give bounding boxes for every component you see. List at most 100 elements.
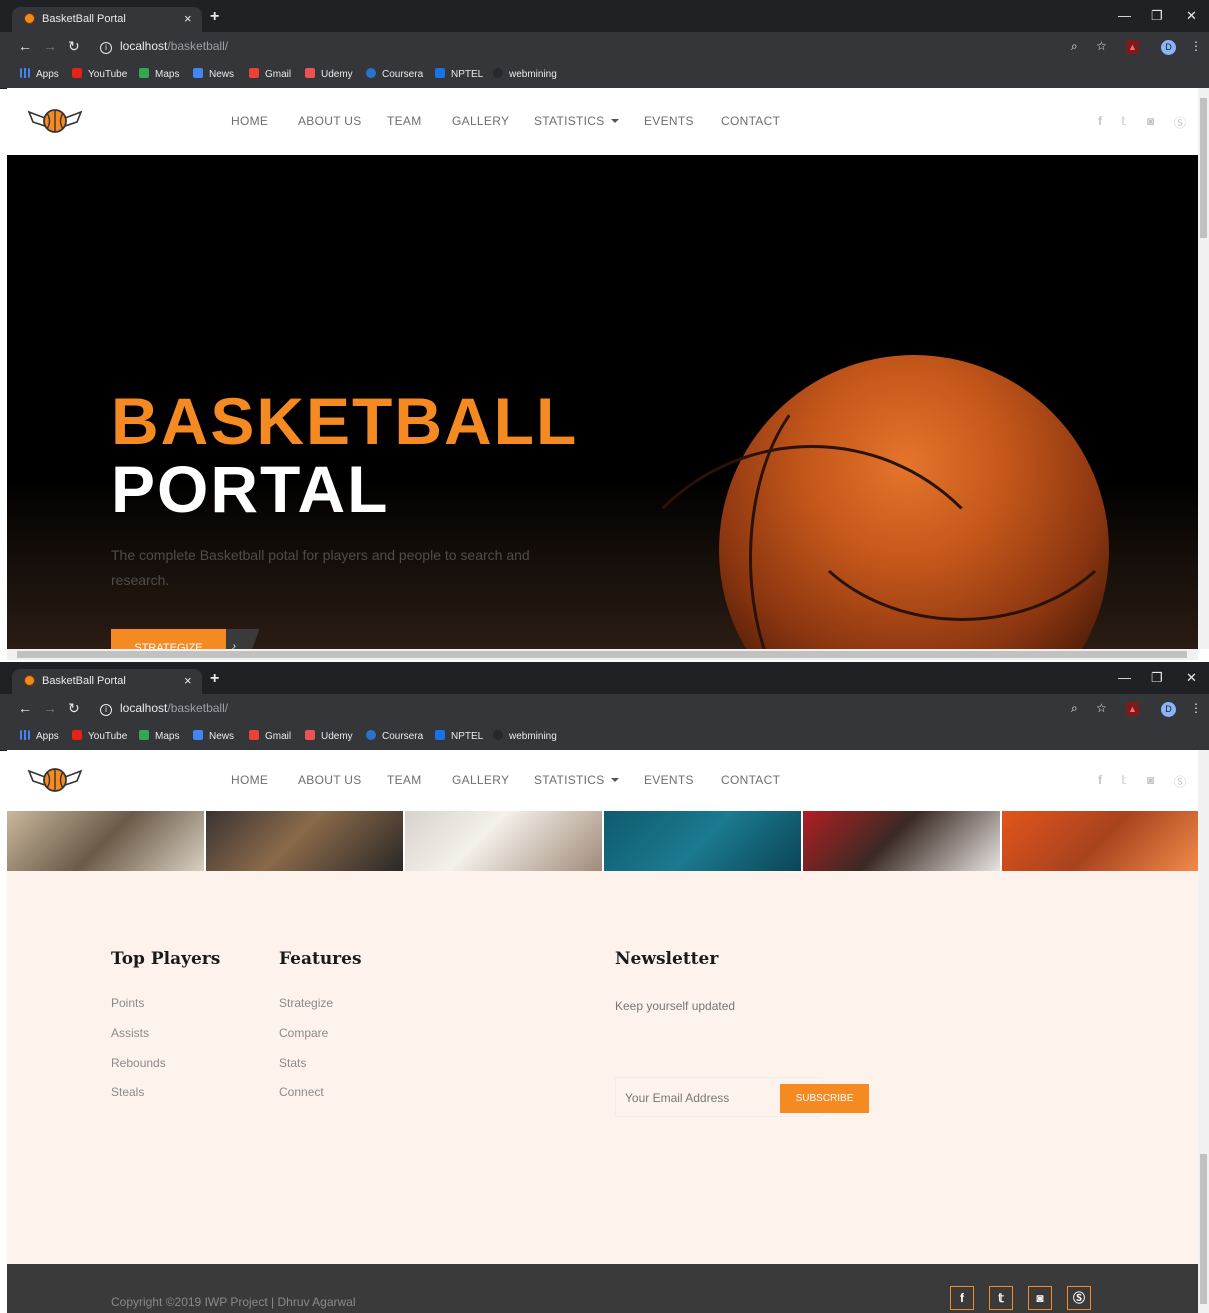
skype-icon[interactable]: Ⓢ — [1174, 773, 1186, 790]
facebook-icon[interactable]: f — [1098, 773, 1102, 787]
twitter-icon[interactable]: 𝕥 — [1121, 114, 1127, 128]
browser-tab[interactable]: BasketBall Portal × — [12, 7, 202, 32]
menu-icon[interactable]: ⋮ — [1190, 39, 1202, 53]
gallery-photo[interactable] — [604, 811, 801, 871]
nav-home[interactable]: HOME — [231, 773, 268, 787]
zoom-icon[interactable]: ⌕ — [1071, 39, 1078, 54]
bookmark-coursera[interactable]: Coursera — [366, 730, 423, 742]
scroll-thumb[interactable] — [17, 651, 1187, 658]
link-assists[interactable]: Assists — [111, 1026, 149, 1040]
bookmark-webmining[interactable]: webmining — [493, 730, 557, 742]
reload-icon[interactable]: ↻ — [68, 38, 80, 55]
bookmark-udemy[interactable]: Udemy — [305, 68, 353, 80]
reload-icon[interactable]: ↻ — [68, 700, 80, 717]
scroll-thumb[interactable] — [1200, 1154, 1207, 1304]
tab-close-icon[interactable]: × — [184, 11, 192, 26]
new-tab-icon[interactable]: + — [210, 670, 219, 688]
basketball-logo-icon[interactable] — [27, 106, 83, 136]
scroll-thumb[interactable] — [1200, 98, 1207, 238]
profile-avatar[interactable]: D — [1161, 702, 1176, 717]
link-stats[interactable]: Stats — [279, 1056, 306, 1070]
pdf-extension-icon[interactable]: ▲ — [1126, 702, 1139, 716]
vertical-scrollbar[interactable] — [1198, 750, 1209, 1313]
link-strategize[interactable]: Strategize — [279, 996, 333, 1010]
new-tab-icon[interactable]: + — [210, 8, 219, 26]
minimize-icon[interactable]: — — [1118, 8, 1131, 23]
link-compare[interactable]: Compare — [279, 1026, 328, 1040]
forward-icon[interactable]: → — [43, 700, 57, 716]
restore-icon[interactable]: ❐ — [1151, 670, 1163, 686]
bookmark-maps[interactable]: Maps — [139, 730, 179, 742]
bookmark-apps[interactable]: Apps — [20, 730, 59, 742]
bookmark-star-icon[interactable]: ☆ — [1096, 701, 1107, 715]
basketball-logo-icon[interactable] — [27, 765, 83, 795]
zoom-icon[interactable]: ⌕ — [1071, 701, 1078, 716]
nav-gallery[interactable]: GALLERY — [452, 773, 509, 787]
bookmark-webmining[interactable]: webmining — [493, 68, 557, 80]
bookmark-udemy[interactable]: Udemy — [305, 730, 353, 742]
bookmark-apps[interactable]: Apps — [20, 68, 59, 80]
facebook-icon[interactable]: f — [1098, 114, 1102, 128]
nav-team[interactable]: TEAM — [387, 773, 422, 787]
nav-team[interactable]: TEAM — [387, 114, 422, 128]
pdf-extension-icon[interactable]: ▲ — [1126, 40, 1139, 54]
gallery-photo[interactable] — [803, 811, 1000, 871]
gallery-photo[interactable] — [405, 811, 602, 871]
profile-avatar[interactable]: D — [1161, 40, 1176, 55]
twitter-icon[interactable]: 𝕥 — [1121, 773, 1127, 787]
instagram-icon[interactable]: ◙ — [1147, 114, 1154, 128]
link-rebounds[interactable]: Rebounds — [111, 1056, 166, 1070]
link-steals[interactable]: Steals — [111, 1085, 144, 1099]
nav-events[interactable]: EVENTS — [644, 114, 694, 128]
close-window-icon[interactable]: ✕ — [1186, 8, 1197, 24]
address-bar[interactable]: i localhost/basketball/ — [100, 39, 228, 54]
nav-gallery[interactable]: GALLERY — [452, 114, 509, 128]
address-bar[interactable]: i localhost/basketball/ — [100, 701, 228, 716]
browser-tab[interactable]: BasketBall Portal × — [12, 669, 202, 694]
back-icon[interactable]: ← — [18, 700, 32, 716]
nav-home[interactable]: HOME — [231, 114, 268, 128]
nav-contact[interactable]: CONTACT — [721, 773, 780, 787]
horizontal-scrollbar[interactable] — [7, 649, 1198, 660]
subscribe-button[interactable]: SUBSCRIBE — [780, 1084, 869, 1113]
skype-icon[interactable]: Ⓢ — [1174, 114, 1186, 131]
bookmark-star-icon[interactable]: ☆ — [1096, 39, 1107, 53]
bookmark-coursera[interactable]: Coursera — [366, 68, 423, 80]
bookmark-nptel[interactable]: NPTEL — [435, 68, 483, 80]
back-icon[interactable]: ← — [18, 38, 32, 54]
strategize-button[interactable]: › STRATEGIZE — [111, 629, 260, 649]
nav-events[interactable]: EVENTS — [644, 773, 694, 787]
restore-icon[interactable]: ❐ — [1151, 8, 1163, 24]
link-connect[interactable]: Connect — [279, 1085, 324, 1099]
bookmark-youtube[interactable]: YouTube — [72, 730, 127, 742]
strategize-label[interactable]: STRATEGIZE — [111, 629, 226, 649]
nav-contact[interactable]: CONTACT — [721, 114, 780, 128]
twitter-icon[interactable]: 𝕥 — [989, 1286, 1013, 1310]
forward-icon[interactable]: → — [43, 38, 57, 54]
bookmark-gmail[interactable]: Gmail — [249, 68, 291, 80]
bookmark-maps[interactable]: Maps — [139, 68, 179, 80]
instagram-icon[interactable]: ◙ — [1147, 773, 1154, 787]
bookmark-nptel[interactable]: NPTEL — [435, 730, 483, 742]
facebook-icon[interactable]: f — [950, 1286, 974, 1310]
nav-about-us[interactable]: ABOUT US — [298, 773, 362, 787]
close-window-icon[interactable]: ✕ — [1186, 670, 1197, 686]
info-icon: i — [100, 704, 112, 716]
skype-icon[interactable]: Ⓢ — [1067, 1286, 1091, 1310]
tab-close-icon[interactable]: × — [184, 673, 192, 688]
nav-about-us[interactable]: ABOUT US — [298, 114, 362, 128]
bookmark-news[interactable]: News — [193, 68, 234, 80]
nav-statistics[interactable]: STATISTICS — [534, 773, 619, 787]
link-points[interactable]: Points — [111, 996, 144, 1010]
bookmark-news[interactable]: News — [193, 730, 234, 742]
menu-icon[interactable]: ⋮ — [1190, 701, 1202, 715]
bookmark-gmail[interactable]: Gmail — [249, 730, 291, 742]
minimize-icon[interactable]: — — [1118, 670, 1131, 685]
nav-statistics[interactable]: STATISTICS — [534, 114, 619, 128]
gallery-photo[interactable] — [206, 811, 403, 871]
instagram-icon[interactable]: ◙ — [1028, 1286, 1052, 1310]
bookmark-youtube[interactable]: YouTube — [72, 68, 127, 80]
gallery-photo[interactable] — [1002, 811, 1198, 871]
vertical-scrollbar[interactable] — [1198, 88, 1209, 649]
gallery-photo[interactable] — [7, 811, 204, 871]
